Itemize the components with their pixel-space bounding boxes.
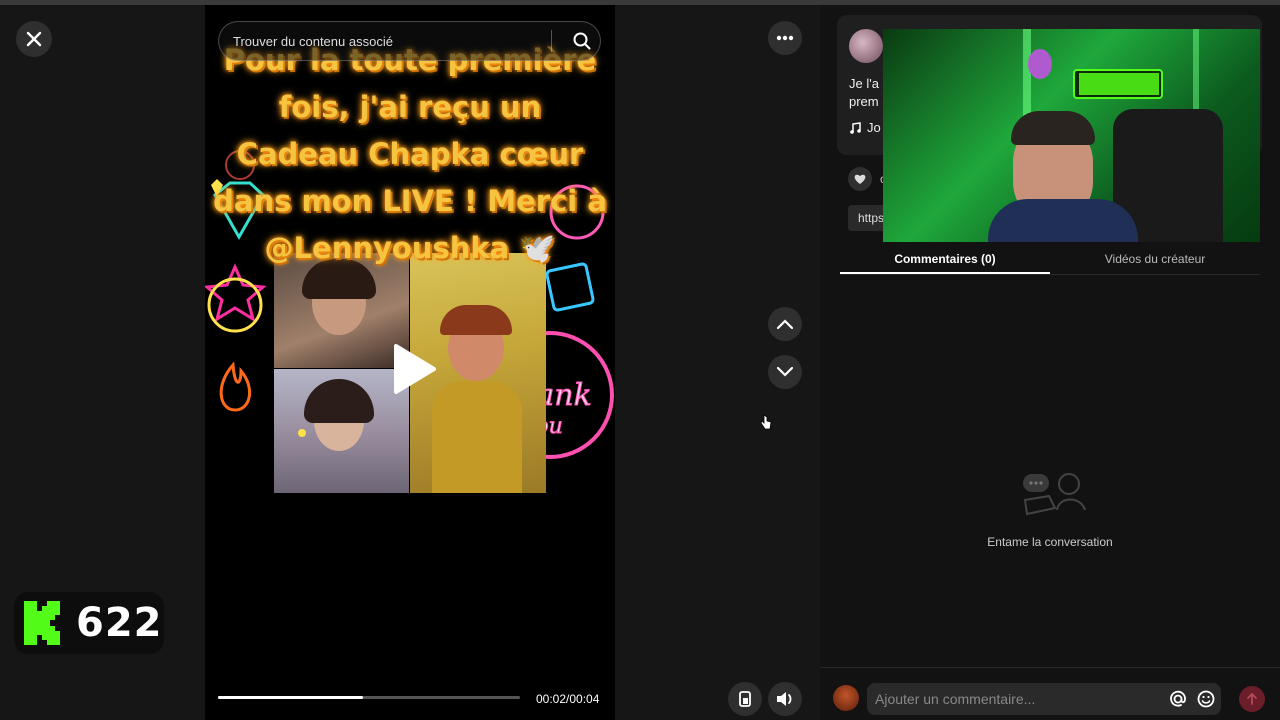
search-button[interactable] (564, 32, 600, 50)
streamer-webcam-overlay (883, 29, 1260, 242)
search-input[interactable]: Trouver du contenu associé (233, 34, 551, 49)
kick-viewer-badge: 622 (14, 592, 164, 654)
chevron-down-icon (777, 367, 793, 377)
music-icon (850, 121, 861, 134)
mention-button[interactable] (1165, 690, 1191, 708)
previous-video-button[interactable] (768, 307, 802, 341)
panel-tabs: Commentaires (0) Vidéos du créateur (840, 242, 1260, 275)
video-player-area: thank you Pour la toute première fois, j… (0, 5, 820, 720)
search-icon (573, 32, 591, 50)
collage-tile (274, 369, 409, 493)
video-frame[interactable]: thank you Pour la toute première fois, j… (205, 5, 615, 720)
video-timer: 00:02/00:04 (536, 692, 600, 706)
next-video-button[interactable] (768, 355, 802, 389)
close-icon (26, 31, 42, 47)
empty-text: Entame la conversation (987, 535, 1113, 549)
comment-field[interactable]: Ajouter un commentaire... (867, 683, 1221, 715)
more-options-button[interactable] (768, 21, 802, 55)
video-description: Je l'a prem (849, 75, 879, 111)
like-button[interactable] (848, 167, 872, 191)
heart-icon (854, 174, 866, 184)
more-icon (776, 35, 794, 41)
mobile-icon (739, 691, 751, 707)
related-search-box[interactable]: Trouver du contenu associé (218, 21, 601, 61)
progress-fill (218, 696, 363, 699)
volume-button[interactable] (768, 682, 802, 716)
mini-player-button[interactable] (728, 682, 762, 716)
search-divider (551, 30, 552, 52)
details-panel: Je l'a prem Jo c https: Commentaires (0)… (820, 5, 1280, 720)
comment-input[interactable]: Ajouter un commentaire... (875, 691, 1165, 707)
progress-bar[interactable] (218, 696, 520, 699)
tab-comments[interactable]: Commentaires (0) (840, 242, 1050, 274)
avatar[interactable] (849, 29, 883, 63)
description-line: Je l'a (849, 76, 879, 91)
empty-chat-icon (1023, 473, 1086, 516)
avatar (833, 685, 859, 711)
emoji-button[interactable] (1191, 690, 1221, 708)
kick-logo-icon (24, 601, 60, 645)
volume-icon (777, 692, 792, 706)
music-link[interactable]: Jo (849, 120, 881, 135)
description-line: prem (849, 94, 879, 109)
send-button[interactable] (1239, 686, 1265, 712)
music-title: Jo (867, 120, 881, 135)
at-icon (1170, 690, 1186, 707)
like-row: c (848, 167, 886, 191)
kick-viewer-count: 622 (76, 600, 163, 646)
emoji-icon (1197, 690, 1215, 708)
comment-bar: Ajouter un commentaire... (820, 667, 1280, 720)
send-icon (1247, 693, 1257, 705)
play-icon[interactable] (390, 342, 438, 396)
tab-creator-videos[interactable]: Vidéos du créateur (1050, 242, 1260, 274)
mouse-cursor-icon (760, 414, 772, 430)
chevron-up-icon (777, 319, 793, 329)
close-button[interactable] (16, 21, 52, 57)
kick-logo (24, 601, 64, 645)
comments-empty-state: Entame la conversation (940, 470, 1160, 549)
video-caption: Pour la toute première fois, j'ai reçu u… (213, 43, 607, 265)
